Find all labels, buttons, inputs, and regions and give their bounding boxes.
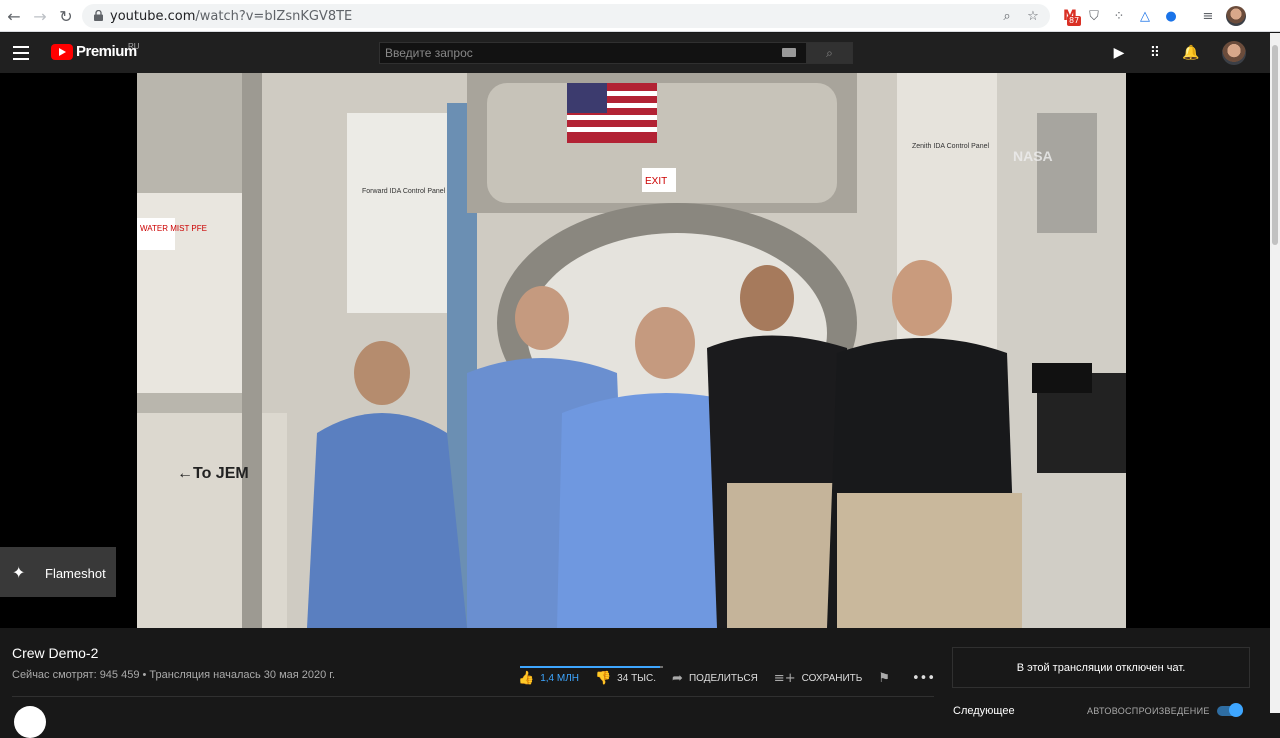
reload-icon[interactable]: ↻	[56, 6, 76, 26]
share-icon: ➦	[672, 670, 683, 686]
search-button[interactable]: ⌕	[806, 42, 853, 64]
url-text: youtube.com/watch?v=bIZsnKGV8TE	[110, 9, 353, 24]
video-player[interactable]: EXIT WATER MIST PFE ←To JEM Zenith IDA C…	[0, 73, 1270, 628]
media-control-icon[interactable]: ≡	[1199, 7, 1217, 25]
flag-icon: ⚑	[878, 670, 891, 686]
search-icon: ⌕	[826, 45, 833, 60]
notifications-bell-icon[interactable]: 🔔	[1181, 43, 1201, 63]
shield-extension-icon[interactable]: ⛉	[1085, 7, 1103, 25]
zoom-icon[interactable]: ⌕	[998, 7, 1016, 25]
save-label: СОХРАНИТЬ	[801, 672, 863, 684]
search-input[interactable]: Введите запрос	[379, 42, 807, 64]
like-ratio-bar	[520, 666, 660, 668]
nasa-watermark: NASA	[1013, 148, 1053, 164]
youtube-logo-icon[interactable]	[51, 44, 73, 60]
chat-disabled-text: В этой трансляции отключен чат.	[1016, 661, 1186, 674]
gmail-unread-badge: 87	[1067, 16, 1082, 26]
search-placeholder: Введите запрос	[385, 46, 473, 60]
youtube-masthead: Premium RU Введите запрос ⌕ ▶ ⠿ 🔔	[0, 33, 1270, 73]
lock-icon	[94, 10, 103, 21]
back-icon[interactable]: ←	[4, 6, 24, 26]
page-scrollbar[interactable]	[1270, 33, 1280, 713]
apps-grid-icon[interactable]: ⠿	[1145, 43, 1165, 63]
forward-icon[interactable]: →	[30, 6, 50, 26]
forward-sign: Forward IDA Control Panel	[362, 188, 446, 195]
video-title: Crew Demo-2	[12, 645, 99, 661]
video-frame[interactable]: EXIT WATER MIST PFE ←To JEM Zenith IDA C…	[137, 73, 1126, 628]
playlist-add-icon: ≡+	[773, 670, 796, 686]
browser-profile-avatar[interactable]	[1226, 6, 1246, 26]
exit-sign: EXIT	[645, 176, 667, 187]
dots-extension-icon[interactable]: ⁘	[1110, 7, 1128, 25]
video-meta: Сейчас смотрят: 945 459 • Трансляция нач…	[12, 669, 336, 681]
channel-avatar[interactable]	[14, 706, 46, 738]
video-actions: 👍 1,4 МЛН 👎 34 ТЫС. ➦ ПОДЕЛИТЬСЯ ≡+ СОХР…	[518, 665, 957, 691]
like-button[interactable]: 👍 1,4 МЛН	[518, 671, 579, 686]
flameshot-label: Flameshot	[45, 566, 106, 581]
more-dots-icon: •••	[912, 670, 936, 686]
hamburger-menu-icon[interactable]	[13, 46, 29, 60]
dislike-button[interactable]: 👎 34 ТЫС.	[595, 671, 656, 686]
share-label: ПОДЕЛИТЬСЯ	[688, 672, 758, 684]
flameshot-tray[interactable]: ✦ Flameshot	[0, 547, 116, 597]
to-jem-sign: ←To JEM	[177, 465, 249, 482]
autoplay-label: АВТОВОСПРОИЗВЕДЕНИЕ	[1087, 706, 1210, 716]
water-mist-sign: WATER MIST PFE	[140, 224, 207, 233]
thumbs-up-icon: 👍	[518, 670, 535, 686]
video-info: Crew Demo-2 Сейчас смотрят: 945 459 • Тр…	[0, 628, 1270, 713]
bookmark-star-icon[interactable]: ☆	[1024, 7, 1042, 25]
up-next-label: Следующее	[953, 705, 1015, 717]
user-avatar[interactable]	[1222, 41, 1246, 65]
video-scene: EXIT WATER MIST PFE ←To JEM Zenith IDA C…	[137, 73, 1126, 628]
share-button[interactable]: ➦ ПОДЕЛИТЬСЯ	[672, 671, 758, 686]
autoplay-toggle-knob[interactable]	[1229, 703, 1243, 717]
create-video-icon[interactable]: ▶	[1109, 43, 1129, 63]
report-button[interactable]: ⚑	[878, 671, 896, 686]
region-code: RU	[128, 42, 140, 51]
like-count: 1,4 МЛН	[540, 672, 579, 684]
scrollbar-thumb[interactable]	[1272, 45, 1278, 245]
zenith-sign: Zenith IDA Control Panel	[912, 143, 989, 150]
gmail-extension-icon[interactable]: M 87	[1061, 7, 1082, 26]
chat-disabled-box: В этой трансляции отключен чат.	[952, 647, 1250, 688]
save-button[interactable]: ≡+ СОХРАНИТЬ	[774, 671, 863, 686]
browser-toolbar: ← → ↻ youtube.com/watch?v=bIZsnKGV8TE ⌕ …	[0, 0, 1280, 32]
triangle-extension-icon[interactable]: △	[1136, 7, 1154, 25]
thumbs-down-icon: 👎	[594, 670, 612, 686]
keyboard-icon[interactable]	[782, 48, 796, 57]
address-bar[interactable]: youtube.com/watch?v=bIZsnKGV8TE ⌕ ☆	[82, 4, 1050, 28]
flameshot-icon: ✦	[12, 563, 26, 582]
dislike-ratio-bar	[660, 666, 663, 668]
more-actions-button[interactable]: •••	[912, 671, 941, 686]
info-divider	[12, 696, 934, 697]
dislike-count: 34 ТЫС.	[617, 672, 657, 684]
account-extension-icon[interactable]: ●	[1162, 7, 1180, 25]
